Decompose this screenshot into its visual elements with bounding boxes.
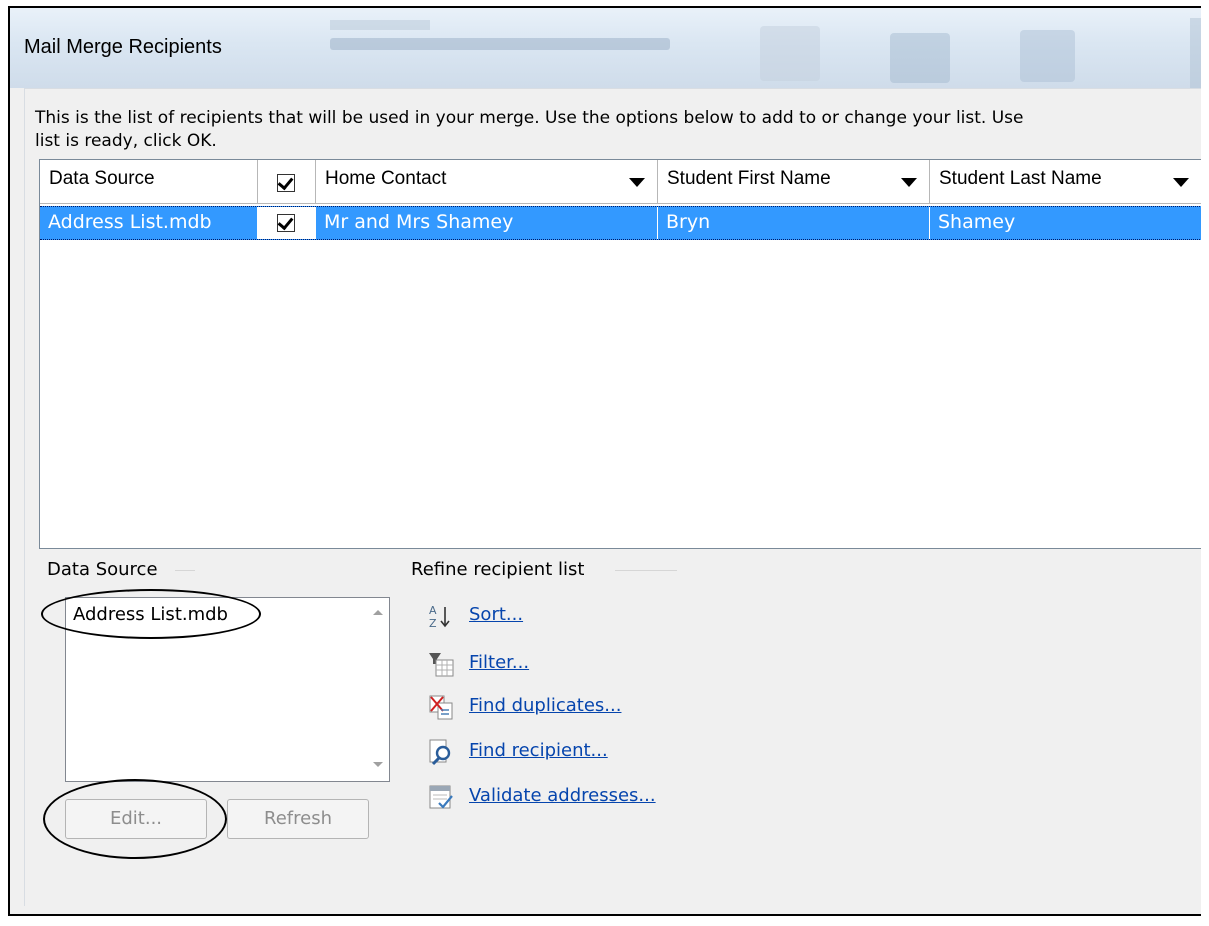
divider [175, 570, 195, 571]
column-header-label: Data Source [49, 168, 155, 189]
background-blur [760, 26, 820, 81]
column-header-home-contact[interactable]: Home Contact [316, 160, 658, 204]
row-include-checkbox[interactable] [277, 213, 295, 232]
sort-az-icon: A Z [429, 604, 450, 630]
find-recipient-link[interactable]: Find recipient... [469, 740, 608, 761]
filter-link[interactable]: Filter... [469, 652, 529, 673]
background-blur [330, 20, 430, 30]
select-all-checkbox[interactable] [277, 173, 295, 192]
table-row[interactable]: Address List.mdb Mr and Mrs Shamey Bryn … [40, 206, 1201, 240]
chevron-down-icon[interactable] [1173, 178, 1189, 187]
recipient-grid[interactable]: Data Source Home Contact Student First N… [39, 159, 1201, 549]
scroll-down-icon[interactable] [373, 762, 383, 767]
mail-merge-dialog: Mail Merge Recipients This is the list o… [8, 6, 1201, 916]
svg-text:Z: Z [429, 617, 437, 630]
column-header-student-last-name[interactable]: Student Last Name [930, 160, 1201, 204]
refine-section-label: Refine recipient list [411, 559, 593, 580]
background-blur [890, 33, 950, 83]
annotation-circle [41, 589, 261, 639]
chevron-down-icon[interactable] [901, 178, 917, 187]
sort-link[interactable]: Sort... [469, 604, 523, 625]
cell-last-name: Shamey [930, 207, 1201, 239]
validate-addresses-icon [429, 785, 453, 809]
column-header-data-source[interactable]: Data Source [40, 160, 258, 204]
find-recipient-icon [429, 739, 451, 766]
cell-include [258, 207, 316, 239]
find-duplicates-link[interactable]: Find duplicates... [469, 695, 621, 716]
dialog-body: This is the list of recipients that will… [24, 88, 1201, 906]
data-source-section-label: Data Source [47, 559, 166, 580]
find-duplicates-icon [429, 695, 453, 720]
background-blur [1020, 30, 1075, 82]
scroll-up-icon[interactable] [373, 610, 383, 615]
chevron-down-icon[interactable] [629, 178, 645, 187]
divider [615, 570, 677, 571]
instructions-text: This is the list of recipients that will… [35, 108, 1024, 151]
column-header-select-all[interactable] [258, 160, 316, 204]
background-blur [330, 38, 670, 50]
filter-icon [429, 653, 454, 677]
column-header-student-first-name[interactable]: Student First Name [658, 160, 930, 204]
column-header-label: Student First Name [667, 168, 831, 189]
cell-home-contact: Mr and Mrs Shamey [316, 207, 658, 239]
svg-text:A: A [429, 604, 437, 617]
background-blur [1190, 18, 1201, 88]
scrollbar[interactable] [369, 598, 389, 781]
column-header-label: Home Contact [325, 168, 447, 189]
refresh-button[interactable]: Refresh [227, 799, 369, 839]
column-header-label: Student Last Name [939, 168, 1102, 189]
cell-first-name: Bryn [658, 207, 930, 239]
title-bar[interactable]: Mail Merge Recipients [10, 8, 1201, 88]
validate-addresses-link[interactable]: Validate addresses... [469, 785, 656, 806]
cell-data-source: Address List.mdb [40, 207, 258, 239]
annotation-circle [43, 779, 227, 859]
dialog-title: Mail Merge Recipients [24, 36, 222, 58]
